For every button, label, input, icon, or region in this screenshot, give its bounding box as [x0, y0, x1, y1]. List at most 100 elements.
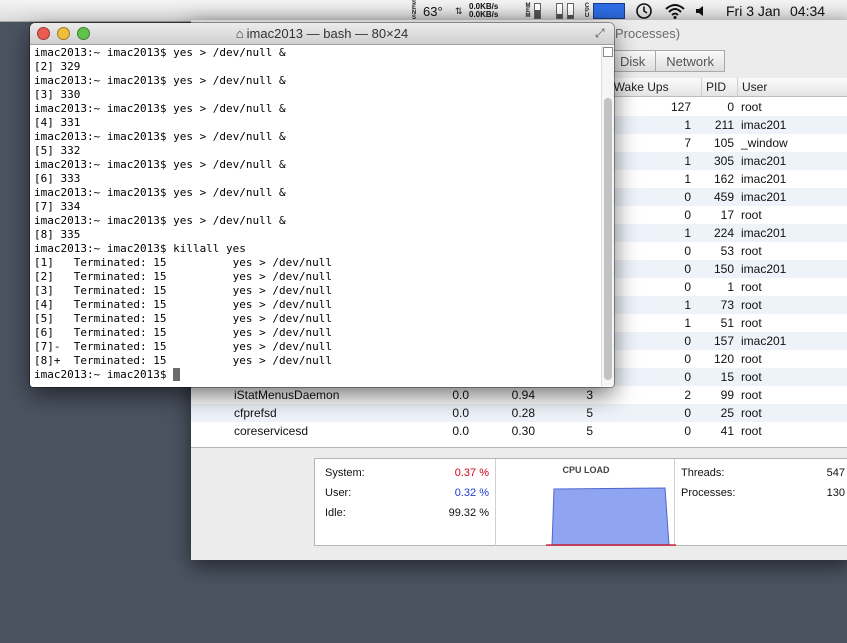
- terminal-cursor: [173, 368, 181, 381]
- terminal-line: [4] Terminated: 15 yes > /dev/null: [34, 298, 333, 311]
- terminal-line: [8] 335: [34, 228, 81, 241]
- cell-time: 0.30: [511, 424, 535, 438]
- terminal-line: imac2013:~ imac2013$ yes > /dev/null &: [34, 214, 286, 227]
- terminal-line: [5] Terminated: 15 yes > /dev/null: [34, 312, 333, 325]
- system-label: System:: [325, 467, 365, 479]
- cell-user: root: [741, 208, 762, 222]
- terminal-line: imac2013:~ imac2013$ yes > /dev/null &: [34, 186, 286, 199]
- cell-pid: 15: [720, 370, 734, 384]
- cell-user: imac201: [741, 334, 787, 348]
- terminal-window[interactable]: ⌂ imac2013 — bash — 80×24 ⤢ imac2013:~ im…: [30, 23, 614, 387]
- terminal-line: [6] 333: [34, 172, 81, 185]
- threads-value: 547: [826, 467, 845, 479]
- cell-cpu: 0.0: [452, 388, 469, 402]
- cell-threads: 5: [586, 406, 593, 420]
- user-value: 0.32 %: [454, 487, 489, 499]
- column-pid[interactable]: PID: [701, 78, 737, 97]
- cell-user: imac201: [741, 226, 787, 240]
- clock-date[interactable]: Fri 3 Jan: [726, 0, 780, 22]
- cell-user: imac201: [741, 172, 787, 186]
- cell-pid: 150: [713, 262, 734, 276]
- scroll-split-icon[interactable]: [603, 47, 613, 57]
- cell-user: root: [741, 298, 762, 312]
- scrollbar-thumb[interactable]: [604, 98, 612, 380]
- cell-pid: 162: [713, 172, 734, 186]
- tab-bar: Disk Network: [609, 50, 725, 72]
- clock-time[interactable]: 04:34: [790, 0, 825, 22]
- wifi-icon[interactable]: [665, 0, 685, 22]
- cell-idle: 0: [684, 280, 691, 294]
- cell-pid: 25: [720, 406, 734, 420]
- cell-user: root: [741, 316, 762, 330]
- table-row[interactable]: iStatMenusDaemon 0.0 0.94 3 2 99 root: [191, 386, 847, 404]
- cpu-stats-panel: System: 0.37 % User: 0.32 % Idle: 99.32 …: [314, 458, 847, 546]
- terminal-line: [5] 332: [34, 144, 81, 157]
- temperature-readout: 63°: [423, 3, 443, 19]
- cell-pid: 17: [720, 208, 734, 222]
- cell-idle: 1: [684, 226, 691, 240]
- time-machine-icon[interactable]: [635, 0, 653, 22]
- cpu-load-chart: [546, 487, 676, 546]
- network-menu-extra[interactable]: ⇅ 0.0KB/s 0.0KB/s: [455, 0, 498, 22]
- terminal-title-text: imac2013 — bash — 80×24: [246, 26, 409, 41]
- terminal-output[interactable]: imac2013:~ imac2013$ yes > /dev/null & [2…: [34, 46, 600, 386]
- terminal-line: imac2013:~ imac2013$ yes > /dev/null &: [34, 130, 286, 143]
- cell-pid: 99: [720, 388, 734, 402]
- cell-idle: 0: [684, 406, 691, 420]
- cell-name: coreservicesd: [234, 424, 309, 438]
- cell-idle: 1: [684, 172, 691, 186]
- cell-user: imac201: [741, 154, 787, 168]
- cell-user: root: [741, 388, 762, 402]
- cell-user: root: [741, 352, 762, 366]
- terminal-titlebar[interactable]: ⌂ imac2013 — bash — 80×24 ⤢: [30, 23, 614, 45]
- cell-pid: 211: [714, 118, 734, 132]
- cell-time: 0.94: [511, 388, 535, 402]
- cell-pid: 0: [727, 100, 734, 114]
- cell-pid: 459: [713, 190, 734, 204]
- cell-user: imac201: [741, 118, 787, 132]
- sensor-label: SENS: [411, 0, 417, 21]
- memory-bar-icon: [534, 3, 541, 19]
- tab-disk[interactable]: Disk: [609, 50, 657, 72]
- terminal-title: ⌂ imac2013 — bash — 80×24: [30, 23, 614, 45]
- table-row[interactable]: coreservicesd 0.0 0.30 5 0 41 root: [191, 422, 847, 440]
- column-user[interactable]: User: [737, 78, 847, 97]
- cell-idle: 0: [684, 352, 691, 366]
- terminal-line: [3] Terminated: 15 yes > /dev/null: [34, 284, 333, 297]
- terminal-line: [2] Terminated: 15 yes > /dev/null: [34, 270, 333, 283]
- memory-menu-extra[interactable]: MEM: [525, 0, 541, 22]
- terminal-line: imac2013:~ imac2013$ yes > /dev/null &: [34, 158, 286, 171]
- cpu-graph-icon: [593, 3, 625, 19]
- terminal-line: [8]+ Terminated: 15 yes > /dev/null: [34, 354, 333, 367]
- cell-user: root: [741, 406, 762, 420]
- cell-time: 0.28: [511, 406, 535, 420]
- disk-menu-extra[interactable]: [556, 0, 574, 22]
- cell-user: root: [741, 370, 762, 384]
- cell-idle: 127: [670, 100, 691, 114]
- sensors-menu-extra[interactable]: SENS 63°: [411, 0, 443, 22]
- cell-idle: 0: [684, 370, 691, 384]
- window-title: Processes): [615, 26, 681, 41]
- cell-pid: 41: [720, 424, 734, 438]
- terminal-line: [6] Terminated: 15 yes > /dev/null: [34, 326, 333, 339]
- terminal-scrollbar[interactable]: [601, 46, 614, 386]
- terminal-line: [3] 330: [34, 88, 81, 101]
- tab-network[interactable]: Network: [656, 50, 725, 72]
- idle-value: 99.32 %: [448, 507, 489, 519]
- cpu-menu-extra[interactable]: CPU: [584, 0, 625, 22]
- terminal-prompt-line[interactable]: imac2013:~ imac2013$: [34, 368, 600, 382]
- cell-idle: 0: [684, 334, 691, 348]
- cell-idle: 0: [684, 262, 691, 276]
- cell-idle: 2: [684, 388, 691, 402]
- volume-icon[interactable]: [694, 0, 708, 22]
- cell-pid: 1: [727, 280, 734, 294]
- network-arrows-icon: ⇅: [455, 6, 463, 16]
- terminal-line: imac2013:~ imac2013$ yes > /dev/null &: [34, 74, 286, 87]
- table-row[interactable]: cfprefsd 0.0 0.28 5 0 25 root: [191, 404, 847, 422]
- cell-idle: 1: [684, 154, 691, 168]
- fullscreen-icon[interactable]: ⤢: [595, 26, 605, 41]
- cell-idle: 0: [684, 190, 691, 204]
- cell-user: imac201: [741, 262, 787, 276]
- cell-user: root: [741, 100, 762, 114]
- cpu-load-title: CPU LOAD: [562, 465, 610, 475]
